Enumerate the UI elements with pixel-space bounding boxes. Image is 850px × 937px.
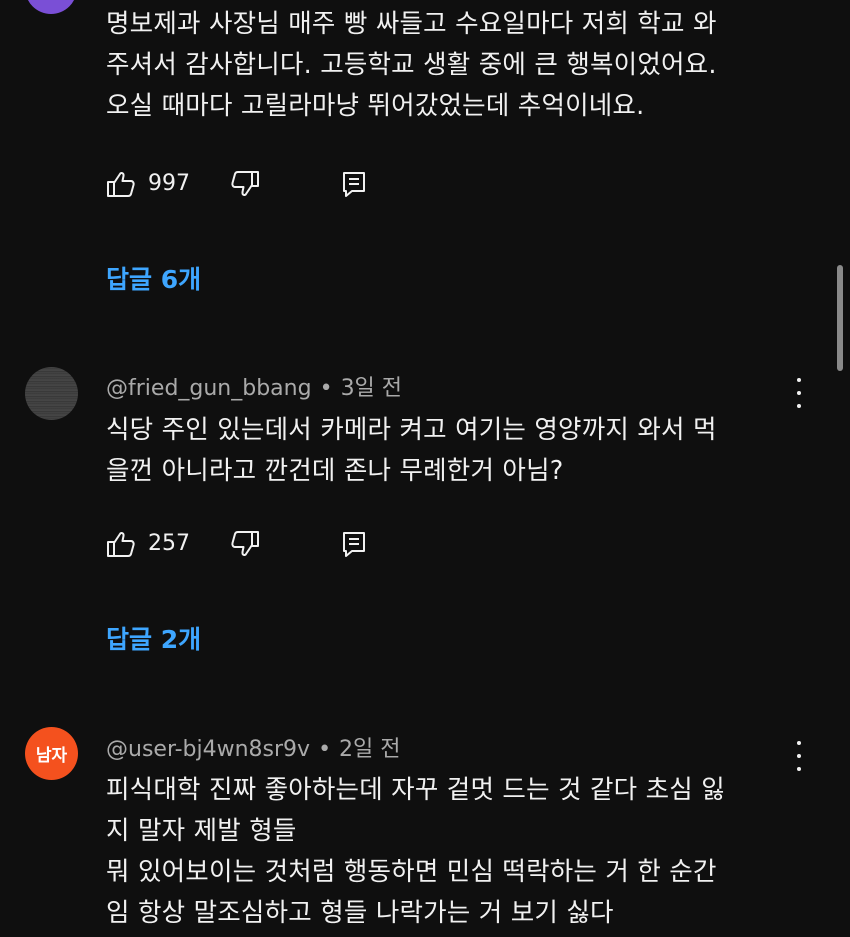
- meta-separator: •: [319, 376, 333, 401]
- comment-time: 2일 전: [339, 737, 401, 762]
- reply-icon[interactable]: [339, 169, 369, 199]
- thumbs-down-icon[interactable]: [230, 169, 260, 199]
- author-name[interactable]: @user-bj4wn8sr9v: [106, 737, 310, 762]
- avatar[interactable]: 남자: [25, 727, 78, 780]
- comment-text: 피식대학 진짜 좋아하는데 자꾸 겉멋 드는 것 같다 초심 잃 지 말자 제발…: [106, 775, 725, 928]
- avatar[interactable]: [25, 0, 77, 14]
- thumbs-up-icon[interactable]: [106, 169, 136, 199]
- more-vert-icon[interactable]: [790, 378, 808, 408]
- comments-panel: 명보제과 사장님 매주 빵 싸들고 수요일마다 저희 학교 와 주셔서 감사합니…: [0, 0, 850, 937]
- like-count: 997: [148, 171, 190, 196]
- more-vert-icon[interactable]: [790, 741, 808, 771]
- comment-actions: 997: [106, 169, 406, 199]
- reply-icon[interactable]: [339, 529, 369, 559]
- meta-separator: •: [318, 737, 332, 762]
- scrollbar[interactable]: [837, 265, 843, 371]
- like-count: 257: [148, 531, 190, 556]
- thumbs-up-icon[interactable]: [106, 529, 136, 559]
- avatar[interactable]: [25, 367, 78, 420]
- thumbs-down-icon[interactable]: [230, 529, 260, 559]
- view-replies-button[interactable]: 답글 6개: [106, 260, 201, 296]
- comment-text: 식당 주인 있는데서 카메라 켜고 여기는 영양까지 와서 먹 을껀 아니라고 …: [106, 415, 717, 486]
- comment-meta: @fried_gun_bbang • 3일 전: [106, 370, 402, 402]
- comment-meta: @user-bj4wn8sr9v • 2일 전: [106, 731, 401, 763]
- comment-text: 명보제과 사장님 매주 빵 싸들고 수요일마다 저희 학교 와 주셔서 감사합니…: [106, 9, 717, 121]
- author-name[interactable]: @fried_gun_bbang: [106, 376, 312, 401]
- view-replies-button[interactable]: 답글 2개: [106, 620, 201, 656]
- comment-time: 3일 전: [340, 376, 403, 401]
- comment-actions: 257: [106, 529, 406, 559]
